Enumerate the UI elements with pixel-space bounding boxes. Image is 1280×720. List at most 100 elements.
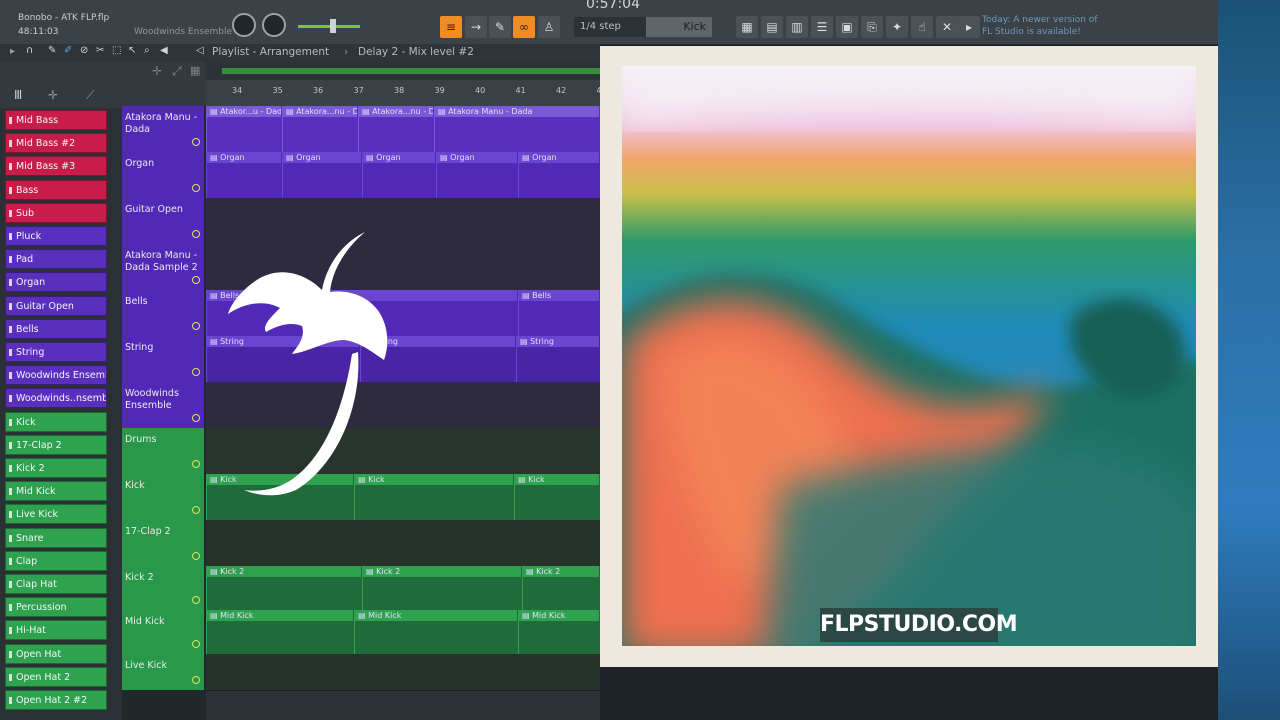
playlist-lane[interactable] [206,654,600,691]
playlist-clip[interactable]: ▤ Atakor...u - Dada [206,106,281,152]
playlist-lane[interactable]: ▤ Atakor...u - Dada ▤ Atakora...nu - Dada… [206,106,600,153]
playlist-clip[interactable]: ▤ Organ [518,152,599,198]
pencil-icon[interactable]: ✎ [48,45,56,56]
channel-rack-icon[interactable]: ▤ [761,16,783,38]
track-header[interactable]: Organ [122,152,204,198]
piano-roll-icon[interactable]: ▥ [786,16,808,38]
channel-item[interactable]: Pluck [5,226,107,246]
track-header[interactable]: Kick [122,474,204,520]
speaker-mode-icon[interactable]: ◁ [196,45,204,56]
magnet-icon[interactable]: ∩ [26,45,33,56]
snap-step-select[interactable]: 1/4 step [574,17,648,37]
channel-item[interactable]: Clap [5,550,107,571]
track-status-dot[interactable] [192,640,200,648]
edit-icon[interactable]: ⟋ [86,88,94,103]
channel-item[interactable]: Mid Kick [5,481,107,502]
track-status-dot[interactable] [192,138,200,146]
track-status-dot[interactable] [192,596,200,604]
playlist-clip[interactable]: ▤ Kick 2 [522,566,599,610]
track-status-dot[interactable] [192,368,200,376]
channel-item[interactable]: Bells [5,318,107,339]
menu-arrow-icon[interactable]: ▸ [10,46,15,57]
track-header[interactable]: Guitar Open [122,198,204,244]
pattern-select[interactable]: Kick [646,17,712,37]
touch-icon[interactable]: ☝ [911,16,933,38]
cursor-icon[interactable]: ↖ [128,45,136,56]
track-status-dot[interactable] [192,506,200,514]
track-header[interactable]: Live Kick [122,654,204,690]
tempo-slider[interactable] [298,25,360,28]
playlist-clip[interactable]: ▤ Bells [518,290,599,336]
playlist-icon[interactable]: ☰ [811,16,833,38]
slice-icon[interactable]: ✂ [96,45,104,56]
draw-icon[interactable]: ✎ [489,16,511,38]
track-header[interactable]: Bells [122,290,204,336]
track-status-dot[interactable] [192,184,200,192]
track-header[interactable]: Kick 2 [122,566,204,610]
mixer-icon[interactable]: ▦ [736,16,758,38]
update-notice[interactable]: Today: A newer version of FL Studio is a… [982,14,1102,38]
channel-item[interactable]: Open Hat [5,643,107,664]
channel-item[interactable]: String [5,342,107,362]
track-status-dot[interactable] [192,230,200,238]
channel-item[interactable]: Kick 2 [5,458,107,478]
track-status-dot[interactable] [192,276,200,284]
channel-item[interactable]: Open Hat 2 #2 [5,690,107,710]
channel-item[interactable]: Snare [5,527,107,548]
track-header[interactable]: Drums [122,428,204,474]
track-header[interactable]: Mid Kick [122,610,204,654]
channel-item[interactable]: Guitar Open [5,295,107,316]
master-volume-knob[interactable] [232,13,256,37]
playlist-lane[interactable]: ▤ Kick 2 ▤ Kick 2 ▤ Kick 2 [206,566,600,611]
channel-item[interactable]: Sub [5,202,107,223]
playlist-clip[interactable]: ▤ Kick [514,474,599,520]
playlist-clip[interactable]: ▤ Atakora Manu - Dada [434,106,599,152]
crosshair-icon[interactable]: ✛ [48,88,58,102]
track-status-dot[interactable] [192,552,200,560]
playlist-clip[interactable]: ▤ Organ [362,152,435,198]
playlist-clip[interactable]: ▤ Organ [282,152,361,198]
channel-item[interactable]: Mid Bass #3 [5,156,107,177]
track-header[interactable]: Atakora Manu - Dada Sample 2 [122,244,204,290]
channel-item[interactable]: Live Kick [5,504,107,525]
channel-item[interactable]: Mid Bass [5,110,107,130]
track-status-dot[interactable] [192,414,200,422]
channel-item[interactable]: Pad [5,249,107,270]
select-icon[interactable]: ⬚ [112,45,121,56]
info-icon[interactable]: ▸ [958,16,980,38]
channel-item[interactable]: Kick [5,411,107,432]
playlist-clip[interactable]: ▤ Organ [206,152,281,198]
playlist-clip[interactable]: ▤ Mid Kick [354,610,517,654]
track-header[interactable]: 17-Clap 2 [122,520,204,566]
channel-item[interactable]: 17-Clap 2 [5,434,107,455]
resize-icon[interactable]: ⤢ [172,64,182,79]
playlist-lane[interactable] [206,520,600,567]
track-header[interactable]: String [122,336,204,382]
tempo-slider-handle[interactable] [330,19,336,33]
master-pitch-knob[interactable] [262,13,286,37]
zoom-icon[interactable]: ⌕ [144,45,150,56]
track-status-dot[interactable] [192,460,200,468]
channel-item[interactable]: Open Hat 2 [5,666,107,687]
channel-item[interactable]: Percussion [5,597,107,618]
browser-icon[interactable]: ▣ [836,16,858,38]
playlist-clip[interactable]: ▤ Mid Kick [206,610,353,654]
channel-item[interactable]: Hi-Hat [5,620,107,641]
channel-item[interactable]: Mid Bass #2 [5,133,107,154]
channel-item[interactable]: Clap Hat [5,574,107,594]
playlist-clip[interactable]: ▤ Organ [436,152,517,198]
channel-item[interactable]: Organ [5,272,107,293]
link-icon[interactable]: ∞ [513,16,535,38]
channel-item[interactable]: Woodwinds Ensemble [5,365,107,386]
arrow-right-icon[interactable]: → [465,16,487,38]
playlist-clip[interactable]: ▤ Kick 2 [206,566,361,610]
playlist-clip[interactable]: ▤ String [516,336,599,382]
plugin-icon[interactable]: ✦ [886,16,908,38]
piano-icon[interactable]: Ⅲ [14,88,22,102]
add-icon[interactable]: ✛ [152,64,162,78]
playlist-clip[interactable]: ▤ Atakora...nu - Dada [358,106,433,152]
plugin-picker-icon[interactable]: ⎘ [861,16,883,38]
playlist-mode-icon[interactable]: ≡ [440,16,462,38]
speaker-icon[interactable]: ◀ [160,45,168,56]
metronome-icon[interactable]: ♙ [538,16,560,38]
